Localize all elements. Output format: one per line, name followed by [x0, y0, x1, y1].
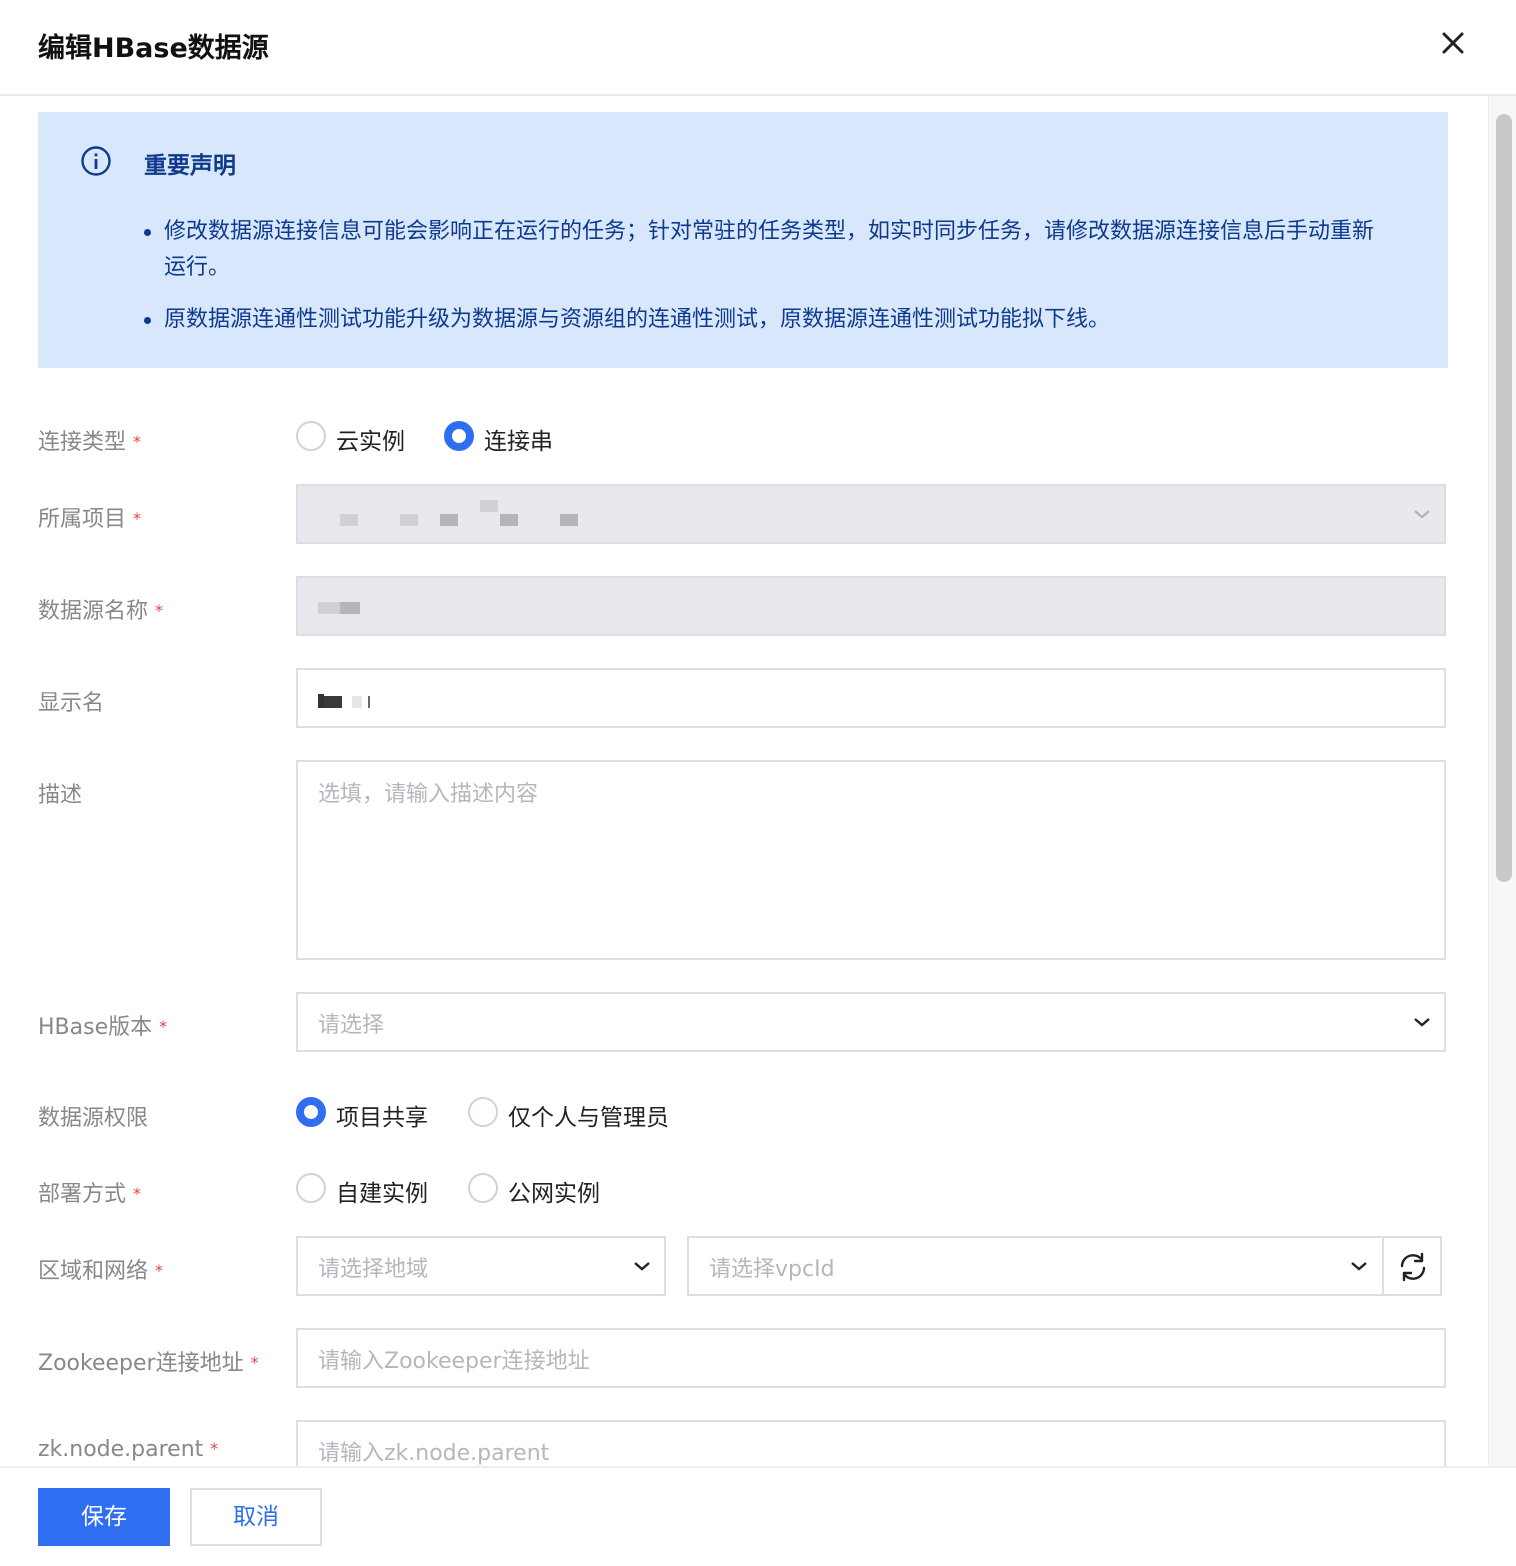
hbase-version-select[interactable]: 请选择 [296, 992, 1446, 1052]
vpc-placeholder: 请选择vpcId [709, 1257, 835, 1282]
redacted-text [560, 514, 578, 526]
project-label: 所属项目 * [38, 507, 142, 532]
hbase-version-placeholder: 请选择 [318, 1013, 385, 1038]
region-select[interactable]: 请选择地域 [296, 1236, 666, 1296]
dialog-header: 编辑HBase数据源 [0, 0, 1516, 96]
display-name-input[interactable] [296, 668, 1446, 728]
zookeeper-label: Zookeeper连接地址 * [38, 1351, 259, 1376]
refresh-button[interactable] [1382, 1236, 1442, 1296]
radio-self-built[interactable] [296, 1173, 326, 1203]
display-name-label: 显示名 [38, 691, 105, 716]
info-icon [81, 146, 111, 176]
datasource-name-input [296, 576, 1446, 636]
description-label: 描述 [38, 783, 83, 808]
radio-connection-string[interactable] [444, 421, 474, 451]
redacted-text [352, 696, 362, 708]
radio-connection-string-label[interactable]: 连接串 [484, 422, 553, 456]
radio-public-network[interactable] [468, 1173, 498, 1203]
chevron-down-icon [1414, 510, 1430, 519]
dialog-title: 编辑HBase数据源 [38, 33, 269, 64]
scrollbar[interactable] [1488, 96, 1516, 1468]
description-textarea[interactable]: 选填，请输入描述内容 [296, 760, 1446, 960]
zk-parent-placeholder: 请输入zk.node.parent [318, 1441, 550, 1466]
zk-parent-label: zk.node.parent * [38, 1437, 219, 1462]
cancel-button[interactable]: 取消 [190, 1488, 322, 1546]
region-network-label: 区域和网络 * [38, 1259, 164, 1284]
text-cursor [368, 696, 370, 708]
radio-public-network-label[interactable]: 公网实例 [508, 1174, 600, 1208]
radio-personal-admin-label[interactable]: 仅个人与管理员 [508, 1098, 669, 1132]
zookeeper-input[interactable]: 请输入Zookeeper连接地址 [296, 1328, 1446, 1388]
radio-self-built-label[interactable]: 自建实例 [336, 1174, 428, 1208]
close-icon[interactable] [1436, 26, 1470, 60]
redacted-text [480, 500, 498, 512]
radio-project-shared-label[interactable]: 项目共享 [336, 1098, 428, 1132]
radio-cloud-instance[interactable] [296, 421, 326, 451]
redacted-text [440, 514, 458, 526]
chevron-down-icon [1351, 1262, 1367, 1271]
redacted-text [400, 514, 418, 526]
radio-personal-admin[interactable] [468, 1097, 498, 1127]
connection-type-label: 连接类型 * [38, 430, 142, 455]
deploy-mode-label: 部署方式 * [38, 1182, 142, 1207]
notice-list: 修改数据源连接信息可能会影响正在运行的任务；针对常驻的任务类型，如实时同步任务，… [144, 214, 1374, 354]
notice-item: 修改数据源连接信息可能会影响正在运行的任务；针对常驻的任务类型，如实时同步任务，… [144, 214, 1374, 286]
permission-label: 数据源权限 [38, 1106, 149, 1131]
redacted-text [500, 514, 518, 526]
radio-cloud-instance-label[interactable]: 云实例 [336, 422, 405, 456]
notice-title: 重要声明 [144, 153, 236, 179]
save-button[interactable]: 保存 [38, 1488, 170, 1546]
redacted-text [340, 514, 358, 526]
project-select [296, 484, 1446, 544]
refresh-icon [1400, 1252, 1426, 1282]
redacted-text [318, 602, 340, 614]
datasource-name-label: 数据源名称 * [38, 599, 164, 624]
radio-project-shared[interactable] [296, 1097, 326, 1127]
redacted-text [324, 696, 342, 708]
notice-item: 原数据源连通性测试功能升级为数据源与资源组的连通性测试，原数据源连通性测试功能拟… [144, 302, 1374, 338]
zookeeper-placeholder: 请输入Zookeeper连接地址 [318, 1349, 590, 1374]
region-placeholder: 请选择地域 [318, 1257, 429, 1282]
redacted-text [340, 602, 360, 614]
hbase-version-label: HBase版本 * [38, 1015, 168, 1040]
vpc-select[interactable]: 请选择vpcId [687, 1236, 1384, 1296]
chevron-down-icon [1414, 1018, 1430, 1027]
description-placeholder: 选填，请输入描述内容 [318, 782, 539, 807]
scrollbar-thumb[interactable] [1496, 114, 1512, 882]
chevron-down-icon [634, 1262, 650, 1271]
